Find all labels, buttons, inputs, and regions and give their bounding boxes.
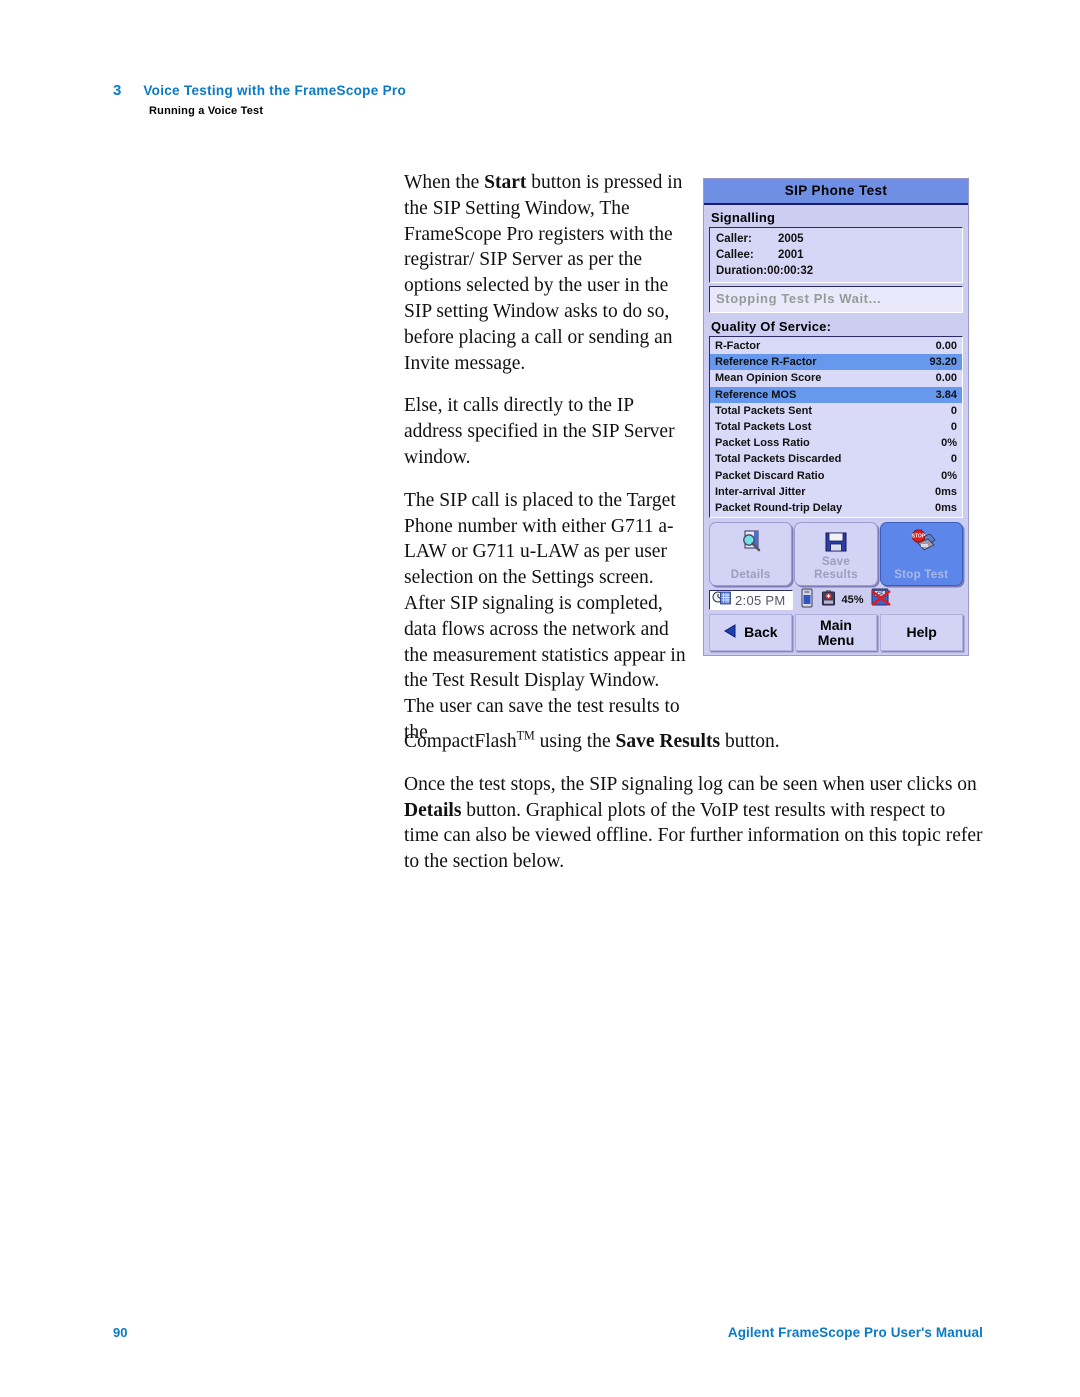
qos-row[interactable]: R-Factor 0.00 <box>710 338 962 354</box>
signalling-panel: Caller: 2005 Callee: 2001 Duration: 00:00:32 <box>709 227 963 283</box>
compactflash-absent-icon: CF <box>870 588 892 613</box>
paragraph: Once the test stops, the SIP signaling l… <box>404 773 983 873</box>
quality-of-service-table: R-Factor 0.00 Reference R-Factor 93.20 Mean … <box>709 336 963 519</box>
signalling-row: Callee: 2001 <box>716 247 957 263</box>
handheld-device-icon <box>799 588 815 613</box>
clock-calendar-icon <box>712 590 732 611</box>
qos-metric-value: 0.00 <box>935 340 957 352</box>
details-button[interactable]: Details <box>709 522 793 587</box>
svg-text:STOP: STOP <box>912 534 926 540</box>
qos-metric-name: Inter-arrival Jitter <box>715 485 806 498</box>
qos-row[interactable]: Reference MOS 3.84 <box>710 386 962 403</box>
save-results-button-label: Save Results <box>814 556 858 582</box>
test-status-message: Stopping Test Pls Wait... <box>716 291 882 306</box>
qos-metric-name: Total Packets Discarded <box>715 453 842 466</box>
qos-metric-value: 0 <box>950 421 957 434</box>
clock-time: 2:05 PM <box>735 592 786 608</box>
main-menu-button[interactable]: Main Menu <box>794 614 878 652</box>
device-status-bar: 2:05 PM 45% CF <box>709 588 963 613</box>
qos-metric-name: Reference R-Factor <box>715 356 817 369</box>
manual-title: Agilent FrameScope Pro User's Manual <box>727 1325 983 1340</box>
qos-label: Quality Of Service: <box>711 319 832 334</box>
qos-metric-name: Packet Loss Ratio <box>715 437 810 450</box>
signalling-value: 00:00:32 <box>767 265 814 277</box>
qos-metric-name: Reference MOS <box>715 388 797 401</box>
qos-row[interactable]: Packet Loss Ratio 0% <box>710 435 962 451</box>
qos-row[interactable]: Inter-arrival Jitter 0ms <box>710 484 962 500</box>
chapter-number: 3 <box>113 82 122 99</box>
device-toolbar: Details Save Results STOP Stop Test <box>709 522 963 587</box>
qos-metric-value: 3.84 <box>935 388 957 401</box>
magnifier-document-icon <box>738 528 764 556</box>
paragraph: When the Start button is pressed in the … <box>404 172 683 374</box>
body-text-column: When the Start button is pressed in the … <box>404 170 694 763</box>
qos-metric-value: 0 <box>950 404 957 417</box>
signalling-row: Caller: 2005 <box>716 231 957 247</box>
qos-metric-value: 0.00 <box>935 372 957 385</box>
qos-metric-name: Packet Discard Ratio <box>715 469 825 482</box>
signalling-value: 2005 <box>778 233 804 245</box>
qos-row[interactable]: Mean Opinion Score 0.00 <box>710 370 962 386</box>
device-nav-bar: Back Main Menu Help <box>709 614 964 652</box>
test-status-strip: Stopping Test Pls Wait... <box>709 286 963 313</box>
back-arrow-icon <box>723 623 739 642</box>
qos-metric-value: 0ms <box>934 485 957 498</box>
details-button-label: Details <box>730 569 771 582</box>
qos-row[interactable]: Total Packets Discarded 0 <box>710 451 962 467</box>
page-number: 90 <box>113 1325 128 1340</box>
paragraph: The SIP call is placed to the Target Pho… <box>404 489 686 743</box>
qos-row[interactable]: Reference R-Factor 93.20 <box>710 354 962 371</box>
qos-metric-value: 93.20 <box>929 356 957 369</box>
signalling-key: Caller: <box>716 233 752 245</box>
qos-row[interactable]: Packet Round-trip Delay 0ms <box>710 500 962 516</box>
qos-row[interactable]: Total Packets Sent 0 <box>710 403 962 419</box>
chapter-title: Voice Testing with the FrameScope Pro <box>143 83 406 98</box>
framescope-device-screenshot: SIP Phone Test Signalling Caller: 2005 Cal… <box>703 178 969 657</box>
running-header: 3 Voice Testing with the FrameScope Pro … <box>113 82 983 117</box>
back-button[interactable]: Back <box>709 614 792 652</box>
signalling-value: 2001 <box>778 249 804 261</box>
qos-metric-name: Total Packets Lost <box>715 421 812 434</box>
qos-metric-name: R-Factor <box>715 340 761 352</box>
paragraph: CompactFlashTM using the Save Results bu… <box>404 728 780 752</box>
qos-row[interactable]: Total Packets Lost 0 <box>710 419 962 435</box>
page-footer: 90 Agilent FrameScope Pro User's Manual <box>113 1325 983 1340</box>
main-menu-button-label: Main Menu <box>817 616 855 648</box>
signalling-key: Callee: <box>716 249 754 261</box>
body-text-wide: CompactFlashTM using the Save Results bu… <box>404 729 984 892</box>
qos-row[interactable]: Packet Discard Ratio 0% <box>710 468 962 484</box>
clock-display: 2:05 PM <box>709 590 793 611</box>
save-results-button[interactable]: Save Results <box>794 522 878 587</box>
device-title-bar: SIP Phone Test <box>704 179 968 205</box>
battery-icon <box>821 589 836 612</box>
stop-test-button-label: Stop Test <box>894 569 949 582</box>
floppy-disk-icon <box>824 528 848 556</box>
qos-metric-value: 0% <box>941 437 957 450</box>
stop-sign-device-icon: STOP <box>906 528 936 556</box>
battery-percentage: 45% <box>841 594 864 607</box>
qos-metric-value: 0 <box>950 453 957 466</box>
stop-test-button[interactable]: STOP Stop Test <box>879 522 963 587</box>
signalling-row: Duration: 00:00:32 <box>716 263 957 279</box>
help-button-label: Help <box>906 624 937 641</box>
signalling-label: Signalling <box>711 210 776 225</box>
paragraph: Else, it calls directly to the IP addres… <box>404 395 675 468</box>
help-button[interactable]: Help <box>880 614 964 652</box>
section-title: Running a Voice Test <box>149 105 264 117</box>
back-button-label: Back <box>744 624 778 641</box>
qos-metric-value: 0ms <box>934 502 957 515</box>
qos-metric-name: Packet Round-trip Delay <box>715 502 843 515</box>
signalling-key: Duration: <box>716 265 768 277</box>
qos-metric-value: 0% <box>941 469 957 482</box>
qos-metric-name: Total Packets Sent <box>715 404 812 417</box>
qos-metric-name: Mean Opinion Score <box>715 372 822 385</box>
